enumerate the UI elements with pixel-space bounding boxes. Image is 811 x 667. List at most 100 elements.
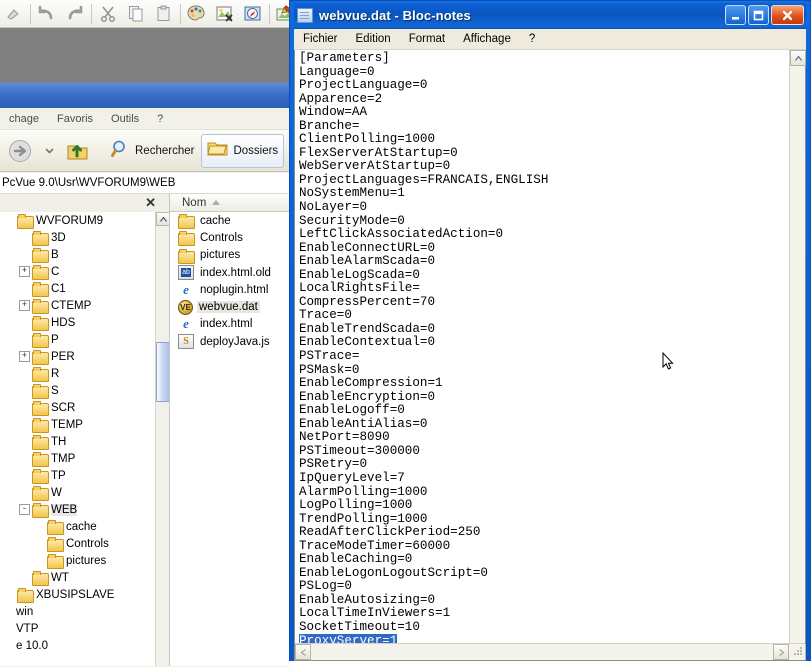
- tree-item-c[interactable]: + C: [0, 263, 169, 280]
- cut-icon[interactable]: [94, 1, 122, 27]
- tree-item-wvforum9[interactable]: WVFORUM9: [0, 212, 169, 229]
- tree-item-3d[interactable]: 3D: [0, 229, 169, 246]
- copy-icon[interactable]: [122, 1, 150, 27]
- tree-expand-icon[interactable]: +: [19, 351, 30, 362]
- tree-item-hds[interactable]: HDS: [0, 314, 169, 331]
- scroll-right-icon[interactable]: [773, 644, 789, 660]
- folder-icon: [32, 435, 49, 450]
- explorer-menu-help[interactable]: ?: [148, 111, 172, 127]
- tree-item-b[interactable]: B: [0, 246, 169, 263]
- menu-affichage[interactable]: Affichage: [454, 31, 520, 47]
- file-list-header[interactable]: Nom: [170, 194, 290, 212]
- forward-button[interactable]: [2, 134, 38, 168]
- up-folder-button[interactable]: [61, 134, 94, 168]
- tree-expand-icon[interactable]: +: [19, 266, 30, 277]
- paste-icon[interactable]: [150, 1, 178, 27]
- tree-item-r[interactable]: R: [0, 365, 169, 382]
- folders-button[interactable]: Dossiers: [201, 133, 285, 168]
- tree-item-controls[interactable]: Controls: [0, 535, 169, 552]
- notepad-horizontal-scrollbar[interactable]: [295, 643, 805, 660]
- file-name-label: deployJava.js: [200, 335, 270, 348]
- tree-item-e-10-0[interactable]: e 10.0: [0, 637, 169, 654]
- column-header-name[interactable]: Nom: [182, 197, 206, 209]
- notepad-frame: webvue.dat - Bloc-notes Fichier Edition: [290, 1, 810, 661]
- tree-item-label: C1: [51, 282, 66, 295]
- tree-item-cache[interactable]: cache: [0, 518, 169, 535]
- palette-icon[interactable]: [183, 1, 211, 27]
- file-name-label: webvue.dat: [197, 301, 260, 314]
- tree-expand-icon[interactable]: +: [19, 300, 30, 311]
- tree-item-ctemp[interactable]: + CTEMP: [0, 297, 169, 314]
- image-crop-icon[interactable]: [211, 1, 239, 27]
- address-bar[interactable]: PcVue 9.0\Usr\WVFORUM9\WEB: [0, 172, 290, 194]
- tree-item-pictures[interactable]: pictures: [0, 552, 169, 569]
- file-list-item[interactable]: e index.html: [170, 316, 290, 333]
- file-list-pane: Nom cache Controls pictures index.html.old e…: [170, 194, 290, 666]
- tree-item-temp[interactable]: TEMP: [0, 416, 169, 433]
- tree-scroll-up-icon[interactable]: [156, 212, 169, 226]
- menu-edition[interactable]: Edition: [347, 31, 400, 47]
- scroll-up-icon[interactable]: [790, 50, 806, 66]
- tree-item-per[interactable]: + PER: [0, 348, 169, 365]
- internet-explorer-icon: e: [183, 281, 189, 297]
- tree-collapse-icon[interactable]: -: [19, 504, 30, 515]
- tree-scrollbar[interactable]: [155, 212, 169, 666]
- tree-item-vtp[interactable]: VTP: [0, 620, 169, 637]
- file-list-item[interactable]: SdeployJava.js: [170, 333, 290, 350]
- notepad-vertical-scrollbar[interactable]: [789, 50, 806, 660]
- background-toolbar: [0, 0, 300, 28]
- folder-icon: [17, 588, 34, 603]
- menu-format[interactable]: Format: [400, 31, 454, 47]
- folder-tree-pane: ✕ WVFORUM9 3D B + C C1 + CTEMP HDS P + PER R S SCR TEMP…: [0, 194, 170, 666]
- menu-fichier[interactable]: Fichier: [294, 31, 347, 47]
- toolbar-separator: [91, 3, 92, 24]
- tree-scroll-thumb[interactable]: [156, 342, 169, 402]
- close-icon[interactable]: ✕: [145, 195, 156, 211]
- tree-item-tmp[interactable]: TMP: [0, 450, 169, 467]
- notepad-text-area[interactable]: [Parameters] Language=0 ProjectLanguage=…: [295, 50, 789, 660]
- notepad-window: webvue.dat - Bloc-notes Fichier Edition: [289, 0, 811, 661]
- tree-item-label: TEMP: [51, 418, 83, 431]
- file-list-item[interactable]: pictures: [170, 247, 290, 264]
- folder-icon: [47, 520, 64, 535]
- tree-item-s[interactable]: S: [0, 382, 169, 399]
- tree-item-th[interactable]: TH: [0, 433, 169, 450]
- undo-icon[interactable]: [33, 1, 61, 27]
- tree-item-win[interactable]: win: [0, 603, 169, 620]
- tree-item-xbusipslave[interactable]: XBUSIPSLAVE: [0, 586, 169, 603]
- close-button[interactable]: [771, 5, 804, 25]
- scroll-left-icon[interactable]: [295, 644, 311, 660]
- maximize-button[interactable]: [748, 5, 769, 25]
- menu-help[interactable]: ?: [520, 31, 544, 47]
- explorer-menu-favoris[interactable]: Favoris: [48, 111, 102, 127]
- folder-icon: [32, 486, 49, 501]
- resize-grip-icon[interactable]: [789, 644, 805, 660]
- search-button[interactable]: Rechercher: [106, 134, 199, 168]
- tree-item-wt[interactable]: WT: [0, 569, 169, 586]
- file-list-item[interactable]: e noplugin.html: [170, 281, 290, 298]
- explorer-menu-affichage[interactable]: chage: [0, 111, 48, 127]
- image-view-icon[interactable]: [239, 1, 267, 27]
- tree-item-tp[interactable]: TP: [0, 467, 169, 484]
- tree-item-web[interactable]: - WEB: [0, 501, 169, 518]
- file-list-item[interactable]: VE webvue.dat: [170, 298, 290, 315]
- tree-item-w[interactable]: W: [0, 484, 169, 501]
- tree-item-c1[interactable]: C1: [0, 280, 169, 297]
- explorer-menu-outils[interactable]: Outils: [102, 111, 148, 127]
- search-icon: [111, 139, 130, 163]
- tree-item-p[interactable]: P: [0, 331, 169, 348]
- minimize-button[interactable]: [725, 5, 746, 25]
- redo-icon[interactable]: [61, 1, 89, 27]
- file-list-item[interactable]: cache: [170, 212, 290, 230]
- file-list-item[interactable]: index.html.old: [170, 264, 290, 281]
- screen: chage Favoris Outils ? Rechercher Dossie…: [0, 0, 811, 667]
- forward-dropdown-icon[interactable]: [40, 134, 59, 168]
- tree-item-label: TH: [51, 435, 67, 448]
- notepad-titlebar[interactable]: webvue.dat - Bloc-notes: [294, 1, 806, 29]
- tree-item-scr[interactable]: SCR: [0, 399, 169, 416]
- edit-partial-icon[interactable]: [0, 1, 28, 27]
- file-list-item[interactable]: Controls: [170, 229, 290, 247]
- folder-icon: [32, 503, 49, 518]
